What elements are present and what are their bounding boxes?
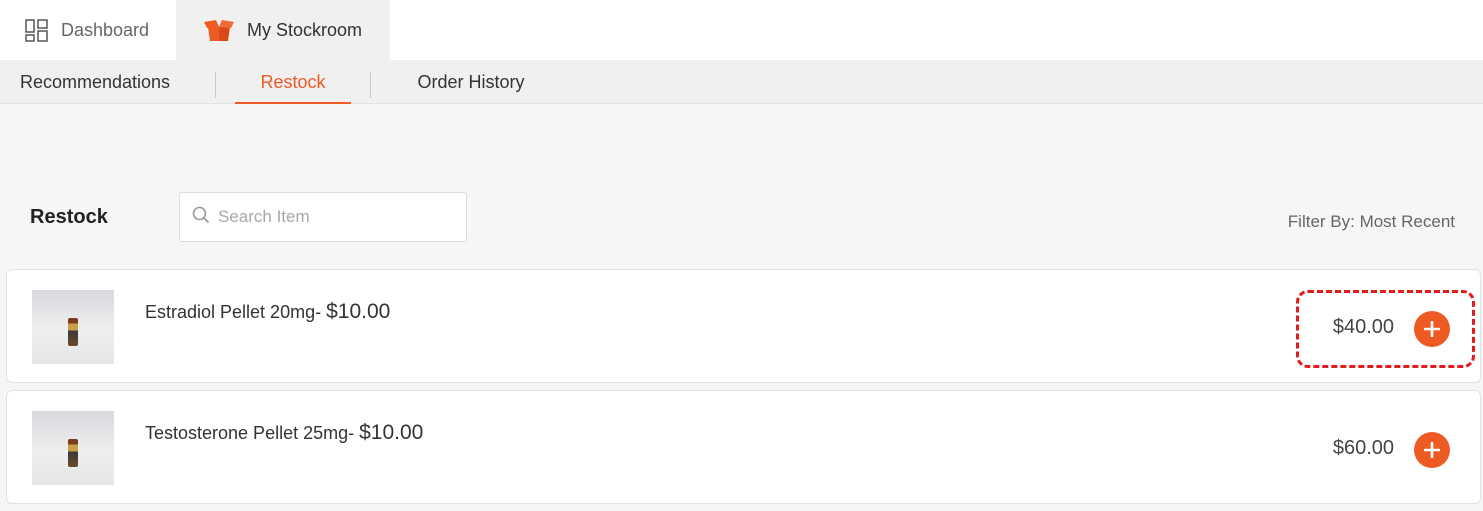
- tab-recommendations[interactable]: Recommendations: [0, 60, 190, 104]
- tab-recommendations-label: Recommendations: [19, 71, 171, 92]
- tab-my-stockroom-label: My Stockroom: [247, 19, 363, 40]
- tab-restock[interactable]: Restock: [235, 60, 351, 104]
- tab-dashboard-label: Dashboard: [61, 19, 150, 40]
- product-name-text: Testosterone Pellet 25mg-: [145, 423, 355, 443]
- dashboard-grid-icon: [25, 18, 48, 42]
- search-box[interactable]: [179, 192, 467, 242]
- product-name-text: Estradiol Pellet 20mg-: [145, 302, 322, 322]
- product-image: [32, 290, 114, 364]
- box-icon: [204, 19, 234, 41]
- plus-icon: [1424, 442, 1440, 458]
- product-image: [32, 411, 114, 485]
- tab-divider: [215, 72, 216, 98]
- product-total-price: $60.00: [1332, 437, 1394, 459]
- plus-icon: [1424, 321, 1440, 337]
- search-input[interactable]: [218, 207, 458, 227]
- active-tab-underline: [235, 102, 351, 104]
- search-icon: [192, 206, 210, 229]
- add-to-cart-button[interactable]: [1414, 311, 1450, 347]
- top-tab-bar: Dashboard My Stockroom: [0, 0, 1483, 60]
- section-title: Restock: [30, 206, 108, 228]
- tab-order-history-label: Order History: [417, 71, 525, 92]
- filter-dropdown[interactable]: Filter By: Most Recent: [1288, 212, 1455, 232]
- tab-order-history[interactable]: Order History: [392, 60, 550, 104]
- product-unit-price: $10.00: [326, 300, 391, 323]
- tab-divider: [370, 72, 371, 98]
- tab-my-stockroom[interactable]: My Stockroom: [176, 0, 390, 60]
- product-row: Testosterone Pellet 25mg- $10.00 $60.00: [6, 390, 1481, 504]
- product-unit-price: $10.00: [359, 421, 424, 444]
- product-name: Estradiol Pellet 20mg- $10.00: [145, 300, 390, 324]
- tab-restock-label: Restock: [260, 71, 326, 92]
- product-total-price: $40.00: [1332, 316, 1394, 338]
- product-row: Estradiol Pellet 20mg- $10.00 $40.00: [6, 269, 1481, 383]
- product-name: Testosterone Pellet 25mg- $10.00: [145, 421, 423, 445]
- add-to-cart-button[interactable]: [1414, 432, 1450, 468]
- tab-dashboard[interactable]: Dashboard: [0, 0, 176, 60]
- sub-tab-bar: Recommendations Restock Order History: [0, 60, 1483, 104]
